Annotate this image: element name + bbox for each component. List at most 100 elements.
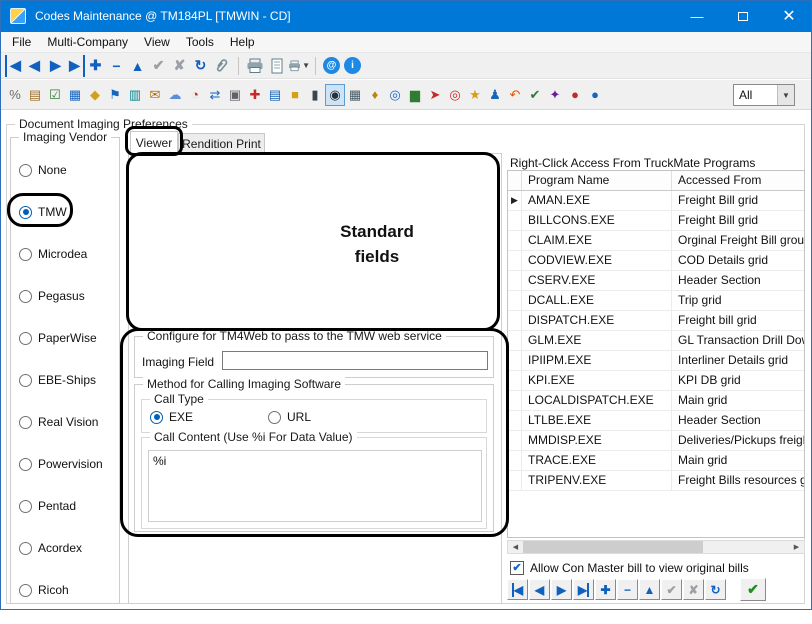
toolbar-button[interactable]: ▲ — [127, 55, 148, 77]
close-button[interactable]: ✕ — [766, 0, 812, 32]
film-icon[interactable]: ▦ — [345, 84, 365, 106]
scrollbar-track[interactable] — [523, 541, 789, 553]
toolbar-button[interactable]: ↻ — [190, 55, 211, 77]
key-icon[interactable]: ♦ — [365, 84, 385, 106]
target-icon[interactable]: ◎ — [445, 84, 465, 106]
add-record-icon[interactable]: ✚ — [245, 84, 265, 106]
menu-item[interactable]: Tools — [178, 32, 222, 52]
vendor-radio-option[interactable]: None — [19, 162, 103, 178]
tab-viewer[interactable]: Viewer — [130, 131, 178, 154]
camera-icon[interactable]: ◉ — [325, 84, 345, 106]
filter-combobox[interactable]: All ▼ — [733, 84, 795, 106]
diamond-icon[interactable]: ◆ — [85, 84, 105, 106]
allow-con-master-checkbox[interactable]: ✔ — [510, 561, 524, 575]
print-button[interactable] — [244, 55, 266, 77]
menu-item[interactable]: Multi-Company — [39, 32, 136, 52]
pin-icon[interactable]: ➤ — [425, 84, 445, 106]
scrollbar-thumb[interactable] — [523, 541, 703, 553]
vendor-radio-option[interactable]: PaperWise — [19, 330, 103, 346]
vendor-radio-option[interactable]: Ricoh — [19, 582, 103, 598]
toolbar-button[interactable]: ✚ — [85, 55, 106, 77]
car-icon[interactable]: ● — [565, 84, 585, 106]
allow-con-master-option[interactable]: ✔ Allow Con Master bill to view original… — [510, 561, 749, 575]
grid-delete-button[interactable]: − — [617, 579, 638, 600]
vendor-radio-option[interactable]: Acordex — [19, 540, 103, 556]
vendor-radio-option[interactable]: Microdea — [19, 246, 103, 262]
maximize-button[interactable] — [720, 0, 766, 32]
table-row[interactable]: MMDISP.EXE Deliveries/Pickups freight — [508, 431, 804, 451]
web-button[interactable]: @ — [323, 57, 340, 74]
transfer-icon[interactable]: ⇄ — [205, 84, 225, 106]
folder-icon[interactable]: ■ — [285, 84, 305, 106]
vendor-radio-option[interactable]: Powervision — [19, 456, 103, 472]
toolbar-button[interactable]: ◀ — [24, 55, 45, 77]
call-type-exe-option[interactable]: EXE — [150, 410, 193, 424]
column-header-program-name[interactable]: Program Name — [522, 171, 672, 190]
apply-button[interactable]: ✔ — [740, 578, 766, 601]
chart-icon[interactable]: ▆ — [405, 84, 425, 106]
grid-refresh-button[interactable]: ↻ — [705, 579, 726, 600]
checklist-icon[interactable]: ☑ — [45, 84, 65, 106]
print-preview-button[interactable] — [266, 55, 288, 77]
grid-insert-button[interactable]: ✚ — [595, 579, 616, 600]
mail-icon[interactable]: ✉ — [145, 84, 165, 106]
cloud-icon[interactable]: ☁ — [165, 84, 185, 106]
toolbar-button[interactable]: ◀ — [5, 55, 24, 77]
star-icon[interactable]: ★ — [465, 84, 485, 106]
panel-icon[interactable]: ▣ — [225, 84, 245, 106]
table-row[interactable]: CODVIEW.EXE COD Details grid — [508, 251, 804, 271]
print-options-dropdown-icon[interactable]: ▼ — [302, 61, 310, 70]
approve-icon[interactable]: ✔ — [525, 84, 545, 106]
scroll-left-button[interactable]: ◀ — [508, 541, 523, 553]
filter-dropdown-icon[interactable]: ▼ — [777, 85, 794, 105]
grid-last-button[interactable]: ▶ — [573, 579, 594, 600]
table-row[interactable]: CSERV.EXE Header Section — [508, 271, 804, 291]
table-row[interactable]: DCALL.EXE Trip grid — [508, 291, 804, 311]
table-row[interactable]: LTLBE.EXE Header Section — [508, 411, 804, 431]
scroll-right-button[interactable]: ▶ — [789, 541, 804, 553]
info-button[interactable]: i — [344, 57, 361, 74]
toolbar-button[interactable]: ✘ — [169, 55, 190, 77]
print-options-button[interactable]: ▼ — [288, 55, 310, 77]
grid-next-button[interactable]: ▶ — [551, 579, 572, 600]
call-type-url-option[interactable]: URL — [268, 410, 311, 424]
grid-post-button[interactable]: ✔ — [661, 579, 682, 600]
imaging-field-input[interactable] — [222, 351, 488, 370]
toolbar-button[interactable]: ▶ — [45, 55, 66, 77]
table-row[interactable]: LOCALDISPATCH.EXE Main grid — [508, 391, 804, 411]
table-row[interactable]: ▶ AMAN.EXE Freight Bill grid — [508, 191, 804, 211]
sparkle-icon[interactable]: ✦ — [545, 84, 565, 106]
grid-horizontal-scrollbar[interactable]: ◀ ▶ — [507, 540, 805, 554]
minimize-button[interactable]: — — [674, 0, 720, 32]
barcode-icon[interactable]: ▮ — [305, 84, 325, 106]
toolbar-button[interactable]: ▶ — [66, 55, 85, 77]
flag-icon[interactable]: ⚑ — [105, 84, 125, 106]
vendor-radio-option[interactable]: Pentad — [19, 498, 103, 514]
grid-edit-button[interactable]: ▲ — [639, 579, 660, 600]
column-header-accessed-from[interactable]: Accessed From — [672, 171, 804, 190]
user-icon[interactable]: ♟ — [485, 84, 505, 106]
percent-icon[interactable]: % — [5, 84, 25, 106]
grid-cancel-button[interactable]: ✘ — [683, 579, 704, 600]
report-icon[interactable]: ▤ — [25, 84, 45, 106]
menu-item[interactable]: View — [136, 32, 178, 52]
table-row[interactable]: TRIPENV.EXE Freight Bills resources grid — [508, 471, 804, 491]
table-row[interactable]: IPIIPM.EXE Interliner Details grid — [508, 351, 804, 371]
menu-item[interactable]: Help — [222, 32, 263, 52]
menu-item[interactable]: File — [4, 32, 39, 52]
sphere-icon[interactable]: ● — [585, 84, 605, 106]
table-row[interactable]: DISPATCH.EXE Freight bill grid — [508, 311, 804, 331]
vendor-radio-option[interactable]: Pegasus — [19, 288, 103, 304]
tab-rendition-print[interactable]: Rendition Print — [178, 133, 265, 154]
grid-icon[interactable]: ▦ — [65, 84, 85, 106]
grid-prior-button[interactable]: ◀ — [529, 579, 550, 600]
table-row[interactable]: BILLCONS.EXE Freight Bill grid — [508, 211, 804, 231]
table-row[interactable]: KPI.EXE KPI DB grid — [508, 371, 804, 391]
document-icon[interactable]: ▤ — [265, 84, 285, 106]
table-icon[interactable]: ▥ — [125, 84, 145, 106]
grid-first-button[interactable]: ◀ — [507, 579, 528, 600]
attach-button[interactable] — [211, 55, 233, 77]
globe-icon[interactable]: ◎ — [385, 84, 405, 106]
vendor-radio-option[interactable]: Real Vision — [19, 414, 103, 430]
table-row[interactable]: CLAIM.EXE Orginal Freight Bill group — [508, 231, 804, 251]
